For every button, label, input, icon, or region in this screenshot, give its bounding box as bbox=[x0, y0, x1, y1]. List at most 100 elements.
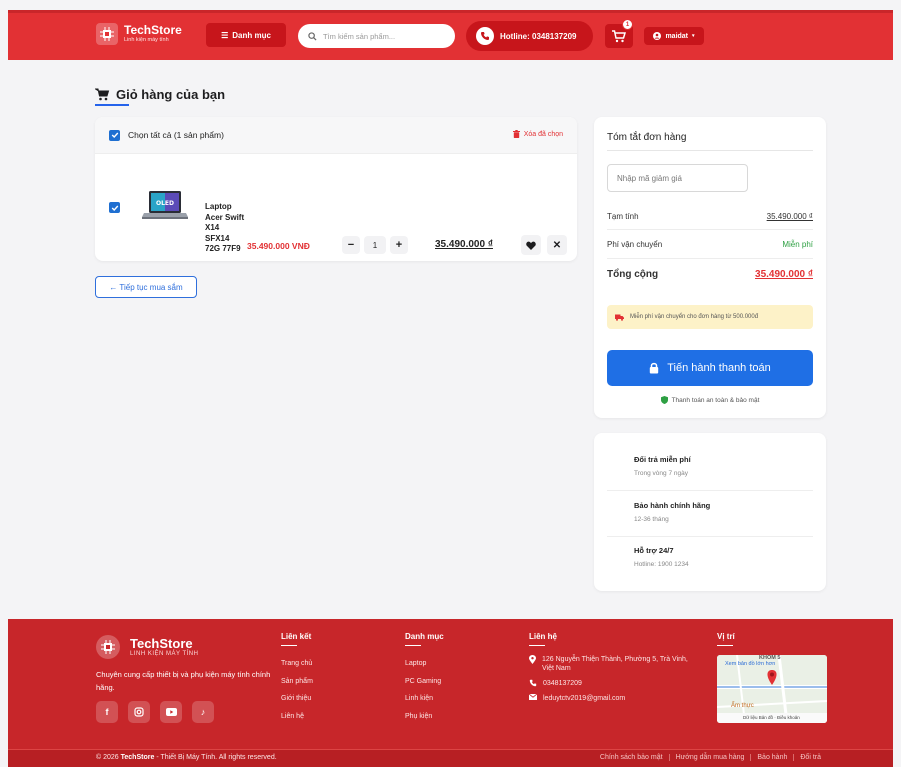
benefit-subtitle: 12-36 tháng bbox=[634, 516, 669, 523]
continue-shopping-button[interactable]: ← Tiếp tục mua sắm bbox=[95, 276, 197, 298]
map-enlarge-link[interactable]: Xem bản đồ lớn hơn bbox=[725, 661, 775, 667]
page-title: Giỏ hàng của bạn bbox=[95, 87, 225, 102]
chevron-down-icon: ▾ bbox=[692, 33, 695, 39]
benefit-item: Đổi trả miễn phí Trong vòng 7 ngày bbox=[634, 455, 691, 477]
footer-category-link[interactable]: Linh kiện bbox=[405, 690, 444, 708]
secure-payment-note: Thanh toán an toàn & bảo mật bbox=[594, 396, 826, 404]
trash-icon bbox=[512, 130, 520, 138]
tiktok-icon[interactable]: ♪ bbox=[192, 701, 214, 723]
divider bbox=[717, 645, 733, 646]
chip-icon bbox=[96, 635, 120, 659]
policy-link-privacy[interactable]: Chính sách bảo mật bbox=[594, 754, 669, 761]
contact-email: leduytctv2019@gmail.com bbox=[529, 694, 689, 703]
search-icon bbox=[308, 31, 317, 41]
footer-link[interactable]: Liên hệ bbox=[281, 708, 313, 726]
contact-address-text: 126 Nguyễn Thiện Thành, Phường 5, Trà Vi… bbox=[542, 656, 688, 672]
phone-icon bbox=[476, 27, 494, 45]
coupon-input[interactable] bbox=[607, 164, 748, 192]
benefit-subtitle: Hotline: 1900 1234 bbox=[634, 561, 689, 568]
contact-email-text[interactable]: leduytctv2019@gmail.com bbox=[543, 694, 625, 703]
contact-phone-text[interactable]: 0348137209 bbox=[543, 679, 582, 688]
divider bbox=[607, 536, 813, 537]
increase-quantity-button[interactable]: + bbox=[390, 236, 408, 254]
divider bbox=[607, 490, 813, 491]
shipping-value: Miễn phí bbox=[782, 240, 813, 249]
copyright: © 2026 TechStore - Thiết Bị Máy Tính. Al… bbox=[96, 754, 277, 761]
shipping-row: Phí vận chuyển Miễn phí bbox=[607, 240, 813, 249]
category-menu-button[interactable]: ☰ Danh mục bbox=[206, 23, 286, 47]
footer-brand: TechStore LINH KIỆN MÁY TÍNH bbox=[96, 635, 198, 659]
page-title-text: Giỏ hàng của bạn bbox=[116, 87, 226, 102]
cart-card: Chọn tất cả (1 sản phẩm) Xóa đã chọn OLE… bbox=[95, 117, 577, 261]
footer-category-link[interactable]: PC Gaming bbox=[405, 673, 444, 691]
subtotal-label: Tạm tính bbox=[607, 212, 639, 221]
free-shipping-notice: Miễn phí vận chuyển cho đơn hàng từ 500.… bbox=[607, 305, 813, 329]
divider bbox=[281, 645, 297, 646]
brand-tagline: Linh kiện máy tính bbox=[124, 37, 169, 43]
cart-count-badge: 1 bbox=[622, 19, 633, 30]
cart-header: Chọn tất cả (1 sản phẩm) Xóa đã chọn bbox=[95, 117, 577, 154]
decrease-quantity-button[interactable]: − bbox=[342, 236, 360, 254]
instagram-icon[interactable] bbox=[128, 701, 150, 723]
order-summary-card: Tóm tắt đơn hàng Tạm tính 35.490.000 ₫ P… bbox=[594, 117, 826, 418]
hamburger-icon: ☰ bbox=[221, 30, 229, 40]
chip-icon bbox=[96, 23, 118, 45]
cart-icon bbox=[95, 88, 110, 101]
footer-contact-column: Liên hệ 126 Nguyễn Thiện Thành, Phường 5… bbox=[529, 632, 689, 709]
title-underline bbox=[95, 104, 129, 106]
policy-link-guide[interactable]: Hướng dẫn mua hàng bbox=[668, 754, 751, 761]
footer-categories-column: Danh mục Laptop PC Gaming Linh kiện Phụ … bbox=[405, 632, 444, 725]
truck-icon bbox=[615, 314, 624, 321]
footer-policy-links: Chính sách bảo mật Hướng dẫn mua hàng Bả… bbox=[594, 754, 827, 761]
footer-link[interactable]: Giới thiệu bbox=[281, 690, 313, 708]
footer-categories-title: Danh mục bbox=[405, 632, 444, 641]
favorite-button[interactable] bbox=[521, 235, 541, 255]
item-name[interactable]: Laptop Acer Swift X14 SFX14 72G 77F9 bbox=[205, 202, 245, 255]
shield-icon bbox=[660, 396, 668, 404]
policy-link-return[interactable]: Đổi trả bbox=[793, 754, 827, 761]
search-input[interactable] bbox=[323, 31, 443, 41]
youtube-icon[interactable] bbox=[160, 701, 182, 723]
item-checkbox[interactable] bbox=[109, 202, 120, 213]
footer-brand-tagline: LINH KIỆN MÁY TÍNH bbox=[130, 651, 199, 657]
policy-link-warranty[interactable]: Bảo hành bbox=[750, 754, 793, 761]
cart-button[interactable]: 1 bbox=[605, 19, 633, 48]
top-header: TechStore Linh kiện máy tính ☰ Danh mục … bbox=[8, 10, 893, 60]
footer-brand-name: TechStore bbox=[130, 636, 193, 651]
user-menu-button[interactable]: maidat ▾ bbox=[644, 27, 704, 45]
footer-link[interactable]: Sản phẩm bbox=[281, 673, 313, 691]
benefit-item: Bảo hành chính hãng 12-36 tháng bbox=[634, 501, 710, 523]
benefit-title: Bảo hành chính hãng bbox=[634, 501, 711, 510]
contact-phone: 0348137209 bbox=[529, 679, 689, 688]
benefit-title: Hỗ trợ 24/7 bbox=[634, 546, 674, 555]
cart-item-row: OLED Laptop Acer Swift X14 SFX14 72G 77F… bbox=[95, 154, 577, 261]
footer-category-link[interactable]: Phụ kiện bbox=[405, 708, 444, 726]
search-box bbox=[298, 24, 455, 48]
item-total-price: 35.490.000 ₫ bbox=[435, 239, 493, 250]
footer-description: Chuyên cung cấp thiết bị và phụ kiện máy… bbox=[96, 670, 271, 692]
footer-contact-title: Liên hệ bbox=[529, 632, 558, 641]
footer-link[interactable]: Trang chủ bbox=[281, 655, 313, 673]
map-area-label: KHÓM 5 bbox=[759, 655, 781, 661]
footer-category-link[interactable]: Laptop bbox=[405, 655, 444, 673]
copyright-suffix: - Thiết Bị Máy Tính. All rights reserved… bbox=[156, 754, 277, 761]
map-pin-icon bbox=[529, 655, 536, 664]
location-map[interactable]: Xem bản đồ lớn hơn KHÓM 5 Ẩm thực Dữ liệ… bbox=[717, 655, 827, 723]
brand-logo[interactable]: TechStore Linh kiện máy tính bbox=[96, 23, 182, 45]
select-all-checkbox[interactable] bbox=[109, 129, 120, 141]
footer-links-title: Liên kết bbox=[281, 632, 312, 641]
map-terms[interactable]: Dữ liệu Bản đồ · Điều khoản bbox=[743, 715, 800, 720]
hotline-button[interactable]: Hotline: 0348137209 bbox=[466, 21, 593, 51]
copyright-brand: TechStore bbox=[120, 754, 155, 761]
checkout-button[interactable]: Tiến hành thanh toán bbox=[607, 350, 813, 386]
item-unit-price: 35.490.000 VNĐ bbox=[247, 241, 310, 251]
delete-selected-button[interactable]: Xóa đã chọn bbox=[512, 130, 563, 138]
quantity-input[interactable]: 1 bbox=[364, 236, 386, 254]
facebook-icon[interactable]: f bbox=[96, 701, 118, 723]
benefit-title: Đổi trả miễn phí bbox=[634, 455, 691, 464]
footer-location-title: Vị trí bbox=[717, 632, 735, 641]
brand-name: TechStore bbox=[124, 23, 182, 37]
remove-item-button[interactable]: ✕ bbox=[547, 235, 567, 255]
laptop-product-image[interactable]: OLED bbox=[142, 190, 188, 223]
footer-location-column: Vị trí bbox=[717, 632, 735, 655]
